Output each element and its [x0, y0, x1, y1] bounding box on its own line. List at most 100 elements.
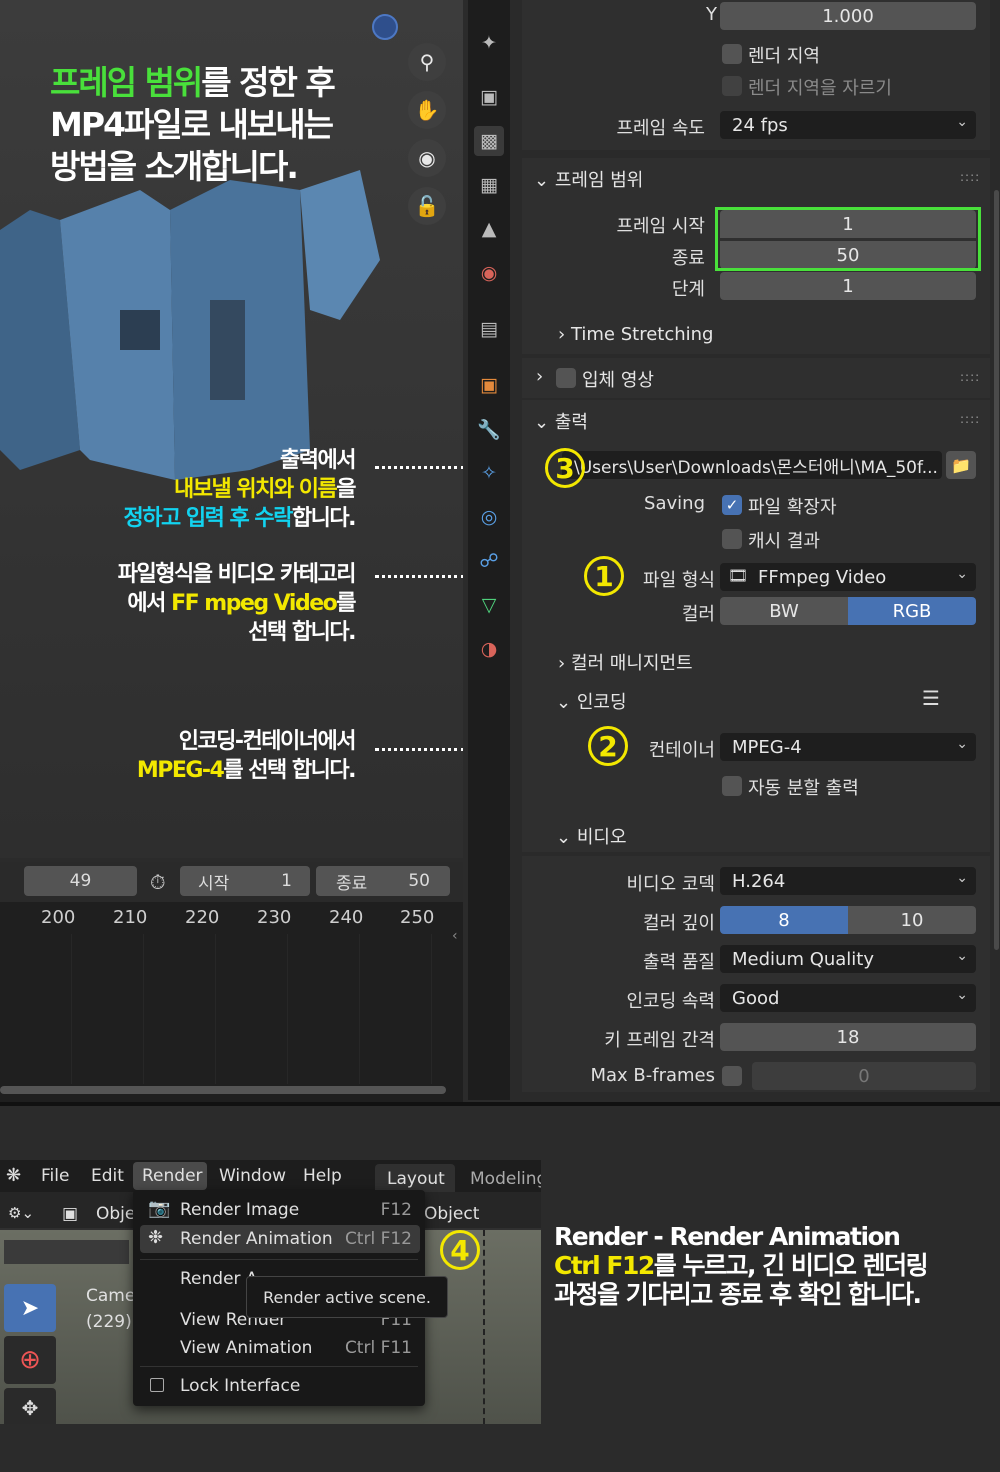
menu-window[interactable]: Window — [219, 1166, 286, 1186]
physics-tab-icon[interactable]: ◎ — [474, 502, 504, 532]
render-tab-icon[interactable]: ▣ — [474, 82, 504, 112]
output-panel: ⌄ 출력 :::: \Users\User\Downloads\몬스터애니\MA… — [522, 400, 990, 852]
container-label: 컨테이너 — [648, 740, 715, 761]
horizontal-scrollbar[interactable] — [0, 1086, 446, 1094]
step-marker-3: 3 — [545, 448, 585, 488]
file-extension-checkbox[interactable]: ✓ — [722, 495, 742, 515]
tool-tab-icon[interactable]: ✦ — [474, 28, 504, 58]
current-frame-field[interactable]: 49 — [24, 866, 137, 896]
lock-interface-checkbox[interactable] — [150, 1378, 164, 1392]
camera-icon[interactable]: ◉ — [408, 139, 446, 177]
depth-10-button[interactable]: 10 — [848, 906, 976, 934]
fps-select[interactable]: 24 fps ⌄ — [720, 111, 976, 139]
file-format-select[interactable]: 🎞 FFmpeg Video ⌄ — [720, 563, 976, 591]
tab-layout[interactable]: Layout — [375, 1164, 455, 1192]
tab-modeling[interactable]: Modeling — [470, 1169, 541, 1189]
video-header[interactable]: ⌄ 비디오 — [556, 823, 627, 849]
material-tab-icon[interactable]: ◑ — [474, 634, 504, 664]
view-layer-tab-icon[interactable]: ▦ — [474, 170, 504, 200]
chevron-down-icon: ⌄ — [956, 948, 968, 964]
lock-interface-item[interactable]: Lock Interface — [140, 1372, 420, 1400]
collection-tab-icon[interactable]: ▤ — [474, 314, 504, 344]
start-frame-field[interactable]: 시작 1 — [180, 866, 310, 896]
object-menu[interactable]: Object — [424, 1204, 479, 1224]
menu-help[interactable]: Help — [303, 1166, 342, 1186]
collapse-arrow-icon[interactable]: ‹ — [452, 928, 458, 944]
timeline-grid — [0, 934, 463, 1084]
3d-viewport[interactable]: ⚲ ✋ ◉ 🔓 프레임 범위를 정한 후 MP4파일로 내보내는 방법을 소개합… — [0, 0, 463, 858]
menu-edit[interactable]: Edit — [91, 1166, 124, 1186]
color-management-header[interactable]: › 컬러 매니지먼트 — [558, 649, 693, 675]
menu-separator — [140, 1259, 418, 1260]
menu-file[interactable]: File — [41, 1166, 69, 1186]
view-animation-item[interactable]: View Animation Ctrl F11 — [140, 1334, 420, 1362]
drag-grip-icon[interactable]: :::: — [960, 370, 980, 384]
codec-select[interactable]: H.264 ⌄ — [720, 867, 976, 895]
render-animation-item[interactable]: ❉ Render Animation Ctrl F12 — [140, 1225, 420, 1253]
menu-render[interactable]: Render — [142, 1166, 203, 1186]
annotation-line: 를 — [336, 591, 356, 616]
bframes-checkbox[interactable] — [722, 1066, 742, 1086]
chevron-down-icon: ⌄ — [534, 412, 550, 433]
drag-grip-icon[interactable]: :::: — [960, 170, 980, 184]
navigation-gizmo-dot[interactable] — [372, 14, 398, 40]
end-frame-field[interactable]: 종료 50 — [316, 866, 450, 896]
lock-icon[interactable]: 🔓 — [408, 187, 446, 225]
bframes-field[interactable]: 0 — [752, 1062, 976, 1090]
drag-grip-icon[interactable]: :::: — [960, 412, 980, 426]
depth-8-button[interactable]: 8 — [720, 906, 848, 934]
object-mode-icon[interactable]: ▣ — [62, 1204, 78, 1224]
cursor-3d-icon[interactable]: ⊕ — [4, 1336, 56, 1384]
container-select[interactable]: MPEG-4 ⌄ — [720, 733, 976, 761]
render-region-checkbox[interactable] — [722, 44, 742, 64]
keyframe-field[interactable]: 18 — [720, 1023, 976, 1051]
timeline-panel[interactable]: 49 ⏱ 시작 1 종료 50 200 210 220 230 240 250 ‹ — [0, 862, 463, 1102]
frame-step-field[interactable]: 1 — [720, 272, 976, 300]
zoom-icon[interactable]: ⚲ — [408, 43, 446, 81]
color-rgb-button[interactable]: RGB — [848, 597, 976, 625]
output-path-field[interactable]: \Users\User\Downloads\몬스터애니\MA_50f... — [562, 451, 942, 479]
chevron-right-icon[interactable]: › — [536, 366, 543, 387]
start-label: 시작 — [198, 873, 230, 894]
folder-icon[interactable]: 📁 — [946, 451, 976, 479]
modifier-wrench-icon[interactable]: 🔧 — [474, 414, 504, 444]
quality-select[interactable]: Medium Quality ⌄ — [720, 945, 976, 973]
time-stretching-header[interactable]: › Time Stretching — [558, 324, 713, 345]
select-mode-bar[interactable] — [4, 1240, 129, 1264]
vertical-scrollbar[interactable] — [994, 190, 999, 950]
stereoscopy-checkbox[interactable] — [556, 368, 576, 388]
blender-logo-icon[interactable]: ❋ — [6, 1165, 21, 1186]
item-shortcut: Ctrl F12 — [344, 1229, 412, 1249]
camera-label: Came — [86, 1286, 136, 1306]
chevron-down-icon: ⌄ — [956, 114, 968, 130]
data-tab-icon[interactable]: ▽ — [474, 590, 504, 620]
mode-select-icon[interactable]: ⚙⌄ — [8, 1204, 34, 1222]
codec-value: H.264 — [732, 870, 786, 892]
output-tab-icon[interactable]: ▩ — [474, 126, 504, 156]
file-format-value: FFmpeg Video — [758, 566, 887, 588]
cache-result-checkbox[interactable] — [722, 529, 742, 549]
encoding-header[interactable]: ⌄ 인코딩 — [556, 688, 627, 714]
stopwatch-icon[interactable]: ⏱ — [150, 870, 166, 894]
color-bw-button[interactable]: BW — [720, 597, 848, 625]
move-tool-icon[interactable]: ✥ — [4, 1388, 56, 1424]
timeline-ruler[interactable]: 200 210 220 230 240 250 — [0, 902, 463, 934]
hand-icon[interactable]: ✋ — [408, 91, 446, 129]
world-tab-icon[interactable]: ◉ — [474, 258, 504, 288]
render-image-item[interactable]: 📷 Render Image F12 — [140, 1196, 420, 1224]
output-header[interactable]: ⌄ 출력 — [534, 408, 588, 434]
frame-range-header[interactable]: ⌄ 프레임 범위 — [534, 166, 643, 192]
chevron-down-icon: ⌄ — [956, 870, 968, 886]
crop-region-checkbox[interactable] — [722, 76, 742, 96]
constraints-tab-icon[interactable]: ☍ — [474, 546, 504, 576]
autosplit-checkbox[interactable] — [722, 776, 742, 796]
speed-select[interactable]: Good ⌄ — [720, 984, 976, 1012]
preset-list-icon[interactable]: ☰ — [922, 686, 940, 710]
scene-tab-icon[interactable]: ▲ — [474, 214, 504, 244]
select-cursor-icon[interactable]: ➤ — [4, 1284, 56, 1332]
camera-frame-label: (229) — [86, 1312, 132, 1332]
particles-tab-icon[interactable]: ✧ — [474, 458, 504, 488]
object-mode-label[interactable]: Obje — [96, 1204, 135, 1224]
object-tab-icon[interactable]: ▣ — [474, 370, 504, 400]
y-field[interactable]: 1.000 — [720, 2, 976, 30]
